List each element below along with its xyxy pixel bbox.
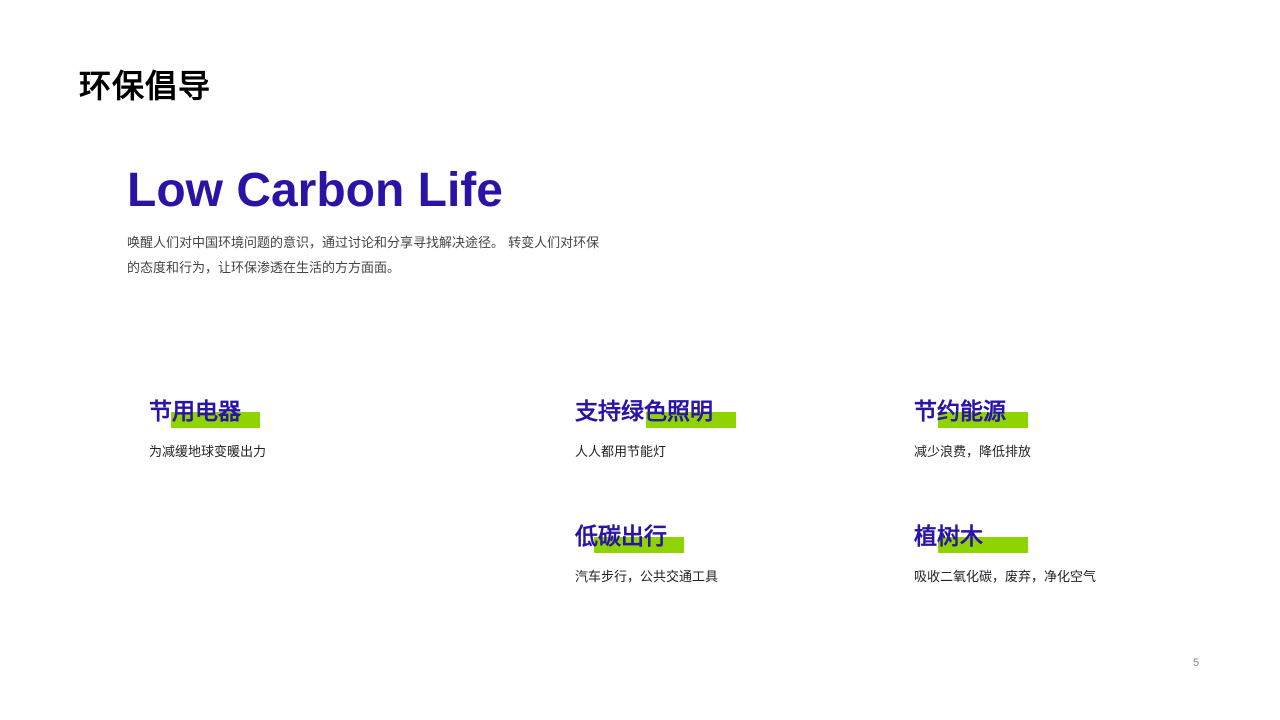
- card-title: 节用电器: [149, 399, 241, 425]
- card-low-carbon-travel: 低碳出行 汽车步行，公共交通工具: [575, 523, 718, 587]
- card-save-appliances: 节用电器 为减缓地球变暖出力: [149, 398, 266, 462]
- card-subtitle: 人人都用节能灯: [575, 445, 667, 460]
- card-plant-trees: 植树木 吸收二氧化碳，废弃，净化空气: [914, 523, 1096, 587]
- card-subtitle: 吸收二氧化碳，废弃，净化空气: [914, 570, 1097, 585]
- page-title: 环保倡导: [79, 67, 212, 105]
- card-title: 植树木: [914, 524, 983, 550]
- card-title: 节约能源: [914, 399, 1006, 425]
- card-green-lighting: 支持绿色照明 人人都用节能灯: [575, 398, 736, 462]
- hero-description: 唤醒人们对中国环境问题的意识，通过讨论和分享寻找解决途径。 转变人们对环保的态度…: [127, 236, 600, 276]
- hero-heading: Low Carbon Life: [127, 164, 503, 217]
- card-title: 支持绿色照明: [575, 399, 713, 425]
- page-number: 5: [1192, 657, 1200, 669]
- card-subtitle: 为减缓地球变暖出力: [149, 445, 267, 460]
- card-title: 低碳出行: [575, 524, 667, 550]
- card-subtitle: 减少浪费，降低排放: [914, 445, 1032, 460]
- card-save-energy: 节约能源 减少浪费，降低排放: [914, 398, 1031, 462]
- card-subtitle: 汽车步行，公共交通工具: [575, 570, 719, 585]
